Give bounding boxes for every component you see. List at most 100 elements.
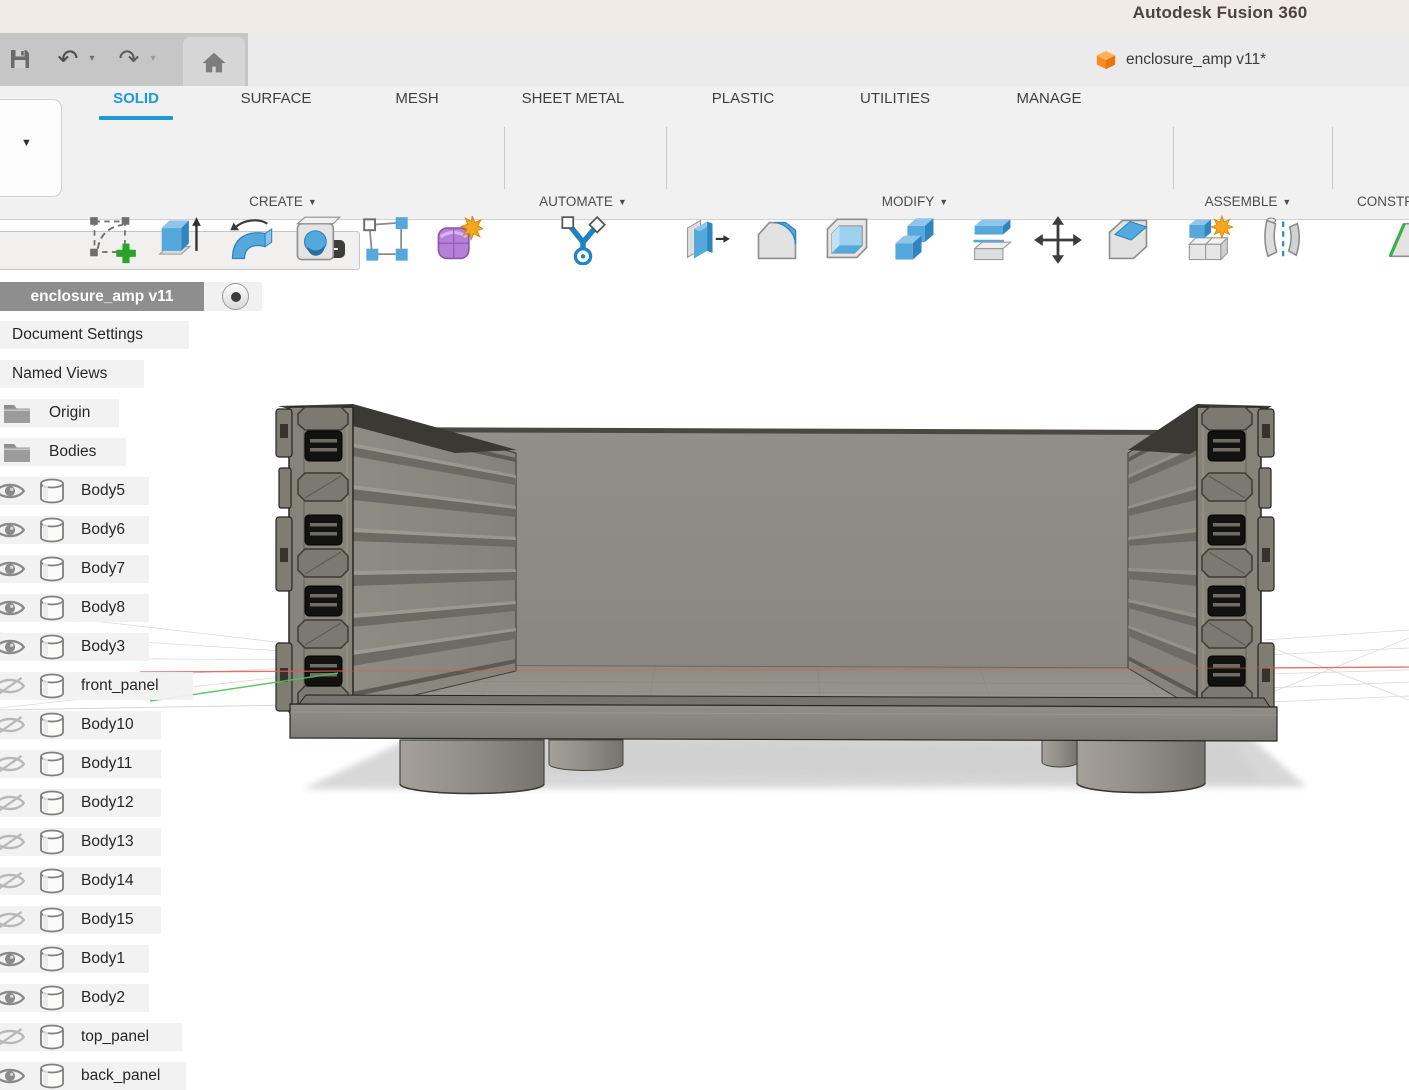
eye-icon[interactable] bbox=[0, 597, 25, 619]
redo-icon: ↷ bbox=[119, 47, 140, 72]
eye-icon[interactable] bbox=[0, 480, 25, 502]
tab-utilities[interactable]: UTILITIES bbox=[845, 90, 945, 116]
hole-button[interactable] bbox=[287, 206, 347, 274]
chevron-down-icon: ▾ bbox=[89, 54, 94, 64]
extrude-button[interactable] bbox=[148, 206, 208, 274]
eye-icon[interactable] bbox=[0, 1065, 25, 1087]
eye-off-icon[interactable] bbox=[0, 675, 25, 697]
browser-body-row[interactable]: Body15 bbox=[0, 906, 161, 934]
hole-icon bbox=[292, 215, 342, 265]
browser-body-row[interactable]: Body5 bbox=[0, 477, 149, 505]
body-icon bbox=[37, 634, 67, 660]
eye-icon[interactable] bbox=[0, 948, 25, 970]
group-divider bbox=[1332, 127, 1333, 189]
home-button[interactable] bbox=[183, 37, 245, 86]
browser-body-row[interactable]: back_panel bbox=[0, 1062, 186, 1090]
eye-off-icon[interactable] bbox=[0, 753, 25, 775]
browser-folder-bodies[interactable]: Bodies bbox=[0, 438, 126, 466]
ground-edge-line bbox=[0, 705, 290, 710]
create-sketch-button[interactable] bbox=[83, 206, 143, 274]
construct-plane-icon bbox=[1388, 215, 1409, 265]
browser-body-row[interactable]: Body14 bbox=[0, 867, 161, 895]
group-label-create[interactable]: CREATE▼ bbox=[223, 194, 343, 216]
group-label-modify[interactable]: MODIFY▼ bbox=[855, 194, 975, 216]
group-label-construct[interactable]: CONSTRUCT▼ bbox=[1357, 194, 1409, 216]
tab-plastic[interactable]: PLASTIC bbox=[693, 90, 793, 116]
tab-solid[interactable]: SOLID bbox=[96, 90, 176, 116]
tab-mesh[interactable]: MESH bbox=[377, 90, 457, 116]
body-icon bbox=[37, 517, 67, 543]
browser-folder-origin[interactable]: Origin bbox=[0, 399, 119, 427]
body-icon bbox=[37, 712, 67, 738]
redo-button[interactable]: ↷ bbox=[113, 43, 145, 75]
combine-button[interactable] bbox=[885, 206, 945, 274]
foot-cylinder-front-left bbox=[400, 740, 544, 794]
offset-face-button[interactable] bbox=[962, 206, 1022, 274]
eye-off-icon[interactable] bbox=[0, 831, 25, 853]
foot-cylinder-back-right bbox=[1042, 740, 1078, 767]
folder-icon bbox=[3, 441, 31, 463]
browser-body-row[interactable]: Body13 bbox=[0, 828, 161, 856]
browser-body-row[interactable]: Body11 bbox=[0, 750, 161, 778]
eye-icon[interactable] bbox=[0, 519, 25, 541]
group-divider bbox=[666, 127, 667, 189]
chamfer-button[interactable] bbox=[1098, 206, 1158, 274]
automate-button[interactable] bbox=[553, 206, 613, 274]
chevron-down-icon: ▼ bbox=[939, 197, 948, 207]
activate-component-radio[interactable] bbox=[222, 283, 249, 310]
combine-icon bbox=[890, 215, 940, 265]
eye-off-icon[interactable] bbox=[0, 870, 25, 892]
collapsed-panel-flyout[interactable]: ▼ bbox=[0, 99, 62, 197]
tab-sheet-metal[interactable]: SHEET METAL bbox=[513, 90, 633, 116]
create-form-button[interactable] bbox=[428, 206, 488, 274]
chevron-down-icon: ▼ bbox=[21, 138, 32, 149]
browser-body-row[interactable]: Body3 bbox=[0, 633, 149, 661]
eye-icon[interactable] bbox=[0, 987, 25, 1009]
rectangular-pattern-button[interactable] bbox=[357, 206, 417, 274]
tab-surface[interactable]: SURFACE bbox=[226, 90, 326, 116]
fillet-button[interactable] bbox=[747, 206, 807, 274]
tab-manage[interactable]: MANAGE bbox=[999, 90, 1099, 116]
group-divider bbox=[1173, 127, 1174, 189]
document-name: enclosure_amp v11* bbox=[1126, 51, 1266, 69]
browser-body-row[interactable]: top_panel bbox=[0, 1023, 182, 1051]
undo-dropdown[interactable]: ▾ bbox=[84, 43, 100, 75]
browser-body-row[interactable]: Body2 bbox=[0, 984, 149, 1012]
redo-dropdown[interactable]: ▾ bbox=[145, 43, 161, 75]
browser-body-row[interactable]: Body12 bbox=[0, 789, 161, 817]
revolve-button[interactable] bbox=[221, 206, 281, 274]
eye-off-icon[interactable] bbox=[0, 792, 25, 814]
browser-body-row[interactable]: Body1 bbox=[0, 945, 149, 973]
move-copy-button[interactable] bbox=[1028, 206, 1088, 274]
shell-button[interactable] bbox=[817, 206, 877, 274]
group-label-automate[interactable]: AUTOMATE▼ bbox=[513, 194, 653, 216]
revolve-icon bbox=[226, 215, 276, 265]
eye-icon[interactable] bbox=[0, 558, 25, 580]
browser-body-row[interactable]: Body7 bbox=[0, 555, 149, 583]
browser-root-document[interactable]: enclosure_amp v11 bbox=[0, 282, 204, 311]
group-label-assemble[interactable]: ASSEMBLE▼ bbox=[1183, 194, 1313, 216]
extrude-icon bbox=[153, 215, 203, 265]
eye-off-icon[interactable] bbox=[0, 909, 25, 931]
construct-plane-button[interactable] bbox=[1383, 206, 1409, 274]
press-pull-button[interactable] bbox=[676, 206, 736, 274]
body-icon bbox=[37, 946, 67, 972]
browser-item-document-settings[interactable]: Document Settings bbox=[0, 321, 189, 349]
browser-item-named-views[interactable]: Named Views bbox=[0, 360, 144, 388]
save-button[interactable] bbox=[4, 43, 36, 75]
undo-button[interactable]: ↶ bbox=[52, 43, 84, 75]
browser-body-row[interactable]: front_panel bbox=[0, 672, 193, 700]
browser-body-row[interactable]: Body8 bbox=[0, 594, 149, 622]
chevron-down-icon: ▼ bbox=[308, 197, 317, 207]
eye-off-icon[interactable] bbox=[0, 1026, 25, 1048]
eye-icon[interactable] bbox=[0, 636, 25, 658]
viewport-3d-canvas[interactable] bbox=[0, 219, 1409, 1080]
press-pull-icon bbox=[681, 215, 731, 265]
eye-off-icon[interactable] bbox=[0, 714, 25, 736]
document-tab[interactable]: enclosure_amp v11* bbox=[1095, 33, 1355, 86]
joint-button[interactable] bbox=[1251, 206, 1311, 274]
browser-body-row[interactable]: Body10 bbox=[0, 711, 161, 739]
left-heatsink-extrusion bbox=[276, 404, 517, 713]
browser-body-row[interactable]: Body6 bbox=[0, 516, 149, 544]
new-component-button[interactable] bbox=[1180, 206, 1240, 274]
